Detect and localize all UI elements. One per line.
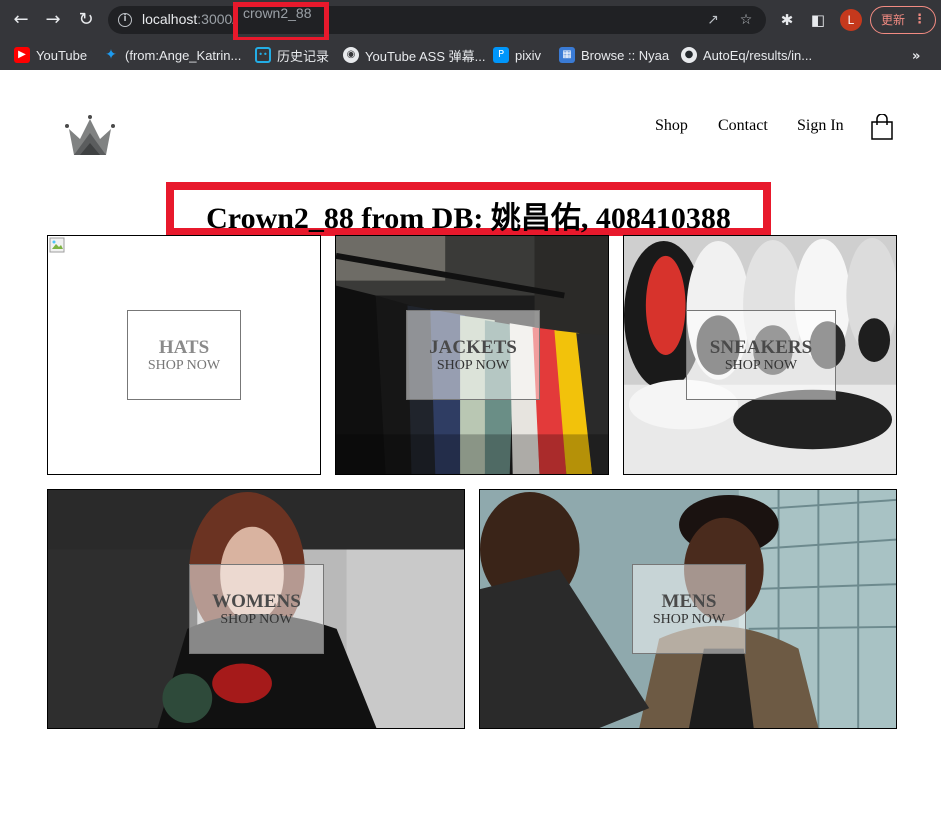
- nav-shop-link[interactable]: Shop: [655, 117, 688, 135]
- bookmark-pixiv[interactable]: P pixiv: [493, 45, 541, 65]
- category-cta[interactable]: JACKETS SHOP NOW: [406, 310, 540, 400]
- side-panel-icon[interactable]: ◧: [806, 8, 830, 32]
- update-label: 更新: [881, 13, 906, 27]
- address-bar[interactable]: i localhost:3000/ ↗ ☆: [108, 6, 766, 34]
- category-subtitle: SHOP NOW: [724, 358, 798, 373]
- github-icon: ●: [681, 47, 697, 63]
- url-text: localhost:3000/: [142, 11, 237, 27]
- shopping-bag-icon[interactable]: [871, 114, 893, 140]
- site-info-icon[interactable]: i: [118, 13, 132, 27]
- category-title: MENS: [661, 591, 717, 612]
- nav-contact-link[interactable]: Contact: [718, 117, 768, 135]
- bookmark-label: YouTube ASS 弹幕...: [365, 48, 486, 64]
- reload-icon[interactable]: ↻: [73, 7, 99, 33]
- category-cta[interactable]: MENS SHOP NOW: [632, 564, 746, 654]
- nav-sign-in-link[interactable]: Sign In: [797, 117, 844, 135]
- youtube-icon: ▶: [14, 47, 30, 63]
- category-cta[interactable]: HATS SHOP NOW: [127, 310, 241, 400]
- broken-image-icon: [49, 237, 65, 253]
- bookmark-label: YouTube: [36, 47, 88, 63]
- profile-avatar[interactable]: L: [840, 9, 862, 31]
- bookmark-history[interactable]: •• 历史记录: [255, 45, 329, 65]
- page-title: Crown2_88 from DB: 姚昌佑, 408410388: [206, 202, 731, 235]
- nyaa-icon: ▦: [559, 47, 575, 63]
- bookmark-youtube[interactable]: ▶ YouTube: [14, 45, 87, 65]
- menu-dots-icon[interactable]: ⋮: [913, 7, 926, 33]
- bookmark-autoeq[interactable]: ● AutoEq/results/in...: [681, 45, 812, 65]
- category-womens[interactable]: WOMENS SHOP NOW: [47, 489, 465, 729]
- bookmark-label: pixiv: [515, 47, 542, 63]
- category-title: JACKETS: [429, 337, 517, 358]
- category-cta[interactable]: SNEAKERS SHOP NOW: [686, 310, 836, 400]
- category-jackets[interactable]: JACKETS SHOP NOW: [335, 235, 609, 475]
- extensions-icon[interactable]: ✱: [775, 8, 799, 32]
- bookmarks-overflow-icon[interactable]: »: [912, 49, 920, 64]
- bookmark-label: AutoEq/results/in...: [703, 47, 813, 63]
- category-subtitle: SHOP NOW: [652, 612, 726, 627]
- category-subtitle: SHOP NOW: [147, 358, 221, 373]
- bookmark-label: Browse :: Nyaa: [581, 47, 670, 63]
- category-sneakers[interactable]: SNEAKERS SHOP NOW: [623, 235, 897, 475]
- bilibili-icon: ••: [255, 47, 271, 63]
- forward-icon[interactable]: →: [40, 7, 66, 33]
- bookmark-label: (from:Ange_Katrin...: [125, 47, 242, 63]
- share-icon[interactable]: ↗: [702, 9, 724, 31]
- bookmark-star-icon[interactable]: ☆: [735, 9, 757, 31]
- bookmark-twitter[interactable]: ✦ (from:Ange_Katrin...: [103, 45, 241, 65]
- bookmark-youtube-ass[interactable]: ◉ YouTube ASS 弹幕...: [343, 45, 485, 65]
- crown-logo-icon[interactable]: [64, 115, 116, 157]
- title-highlight-box: Crown2_88 from DB: 姚昌佑, 408410388: [166, 182, 771, 236]
- browser-toolbar: ← → ↻ i localhost:3000/ ↗ ☆ crown2_88 ✱ …: [0, 0, 941, 40]
- update-button[interactable]: 更新 ⋮: [870, 6, 936, 34]
- back-icon[interactable]: ←: [8, 7, 34, 33]
- bookmark-nyaa[interactable]: ▦ Browse :: Nyaa: [559, 45, 669, 65]
- category-mens[interactable]: MENS SHOP NOW: [479, 489, 897, 729]
- category-title: HATS: [158, 337, 210, 358]
- category-cta[interactable]: WOMENS SHOP NOW: [189, 564, 324, 654]
- twitter-icon: ✦: [105, 47, 117, 63]
- category-hats[interactable]: HATS SHOP NOW: [47, 235, 321, 475]
- bookmarks-bar: ▶ YouTube ✦ (from:Ange_Katrin... •• 历史记录…: [0, 40, 941, 70]
- category-title: SNEAKERS: [709, 337, 813, 358]
- globe-icon: ◉: [343, 47, 359, 63]
- category-title: WOMENS: [212, 591, 301, 612]
- bookmark-label: 历史记录: [277, 48, 330, 64]
- url-highlight-box: [233, 2, 329, 42]
- pixiv-icon: P: [493, 47, 509, 63]
- category-subtitle: SHOP NOW: [436, 358, 510, 373]
- category-subtitle: SHOP NOW: [220, 612, 293, 627]
